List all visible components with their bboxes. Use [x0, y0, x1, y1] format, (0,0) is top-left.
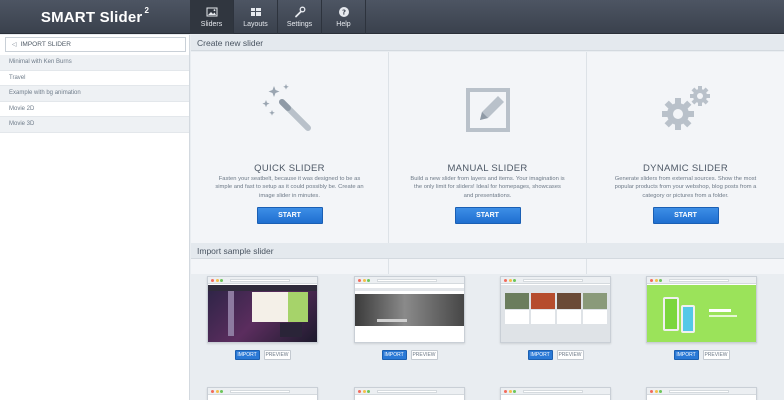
manual-slider-desc: Build a new slider from layers and items… — [410, 176, 565, 199]
import-arrow-icon: ◁ — [12, 42, 17, 48]
slider-list-item[interactable]: Minimal with Ken Burns — [0, 55, 189, 71]
manual-slider-title: MANUAL SLIDER — [447, 163, 528, 174]
sample-thumbnail[interactable] — [354, 387, 465, 400]
sample-slider — [354, 387, 465, 400]
import-sample-button[interactable]: IMPORT — [381, 350, 407, 360]
nav-help[interactable]: ? Help — [322, 0, 366, 34]
sample-actions: IMPORT PREVIEW — [500, 350, 611, 360]
nav-label: Sliders — [200, 21, 223, 28]
sample-slider — [500, 387, 611, 400]
sample-sliders: IMPORT PREVIEW IMPORT PREVIEW IMPORT PRE… — [191, 259, 784, 400]
slider-list-item[interactable]: Travel — [0, 71, 189, 86]
nav-label: Layouts — [243, 21, 268, 28]
top-bar: SMART Slider 2 Sliders Layouts Settings ?… — [0, 0, 784, 34]
nav-layouts[interactable]: Layouts — [234, 0, 278, 34]
sample-slider: IMPORT PREVIEW — [500, 276, 611, 360]
preview-sample-button[interactable]: PREVIEW — [263, 350, 291, 360]
slider-list: Minimal with Ken Burns Travel Example wi… — [0, 55, 189, 133]
manual-slider-card: MANUAL SLIDER Build a new slider from la… — [389, 52, 587, 274]
sample-thumbnail[interactable] — [207, 387, 318, 400]
nav-label: Settings — [286, 21, 313, 28]
sample-actions: IMPORT PREVIEW — [207, 350, 318, 360]
sample-actions: IMPORT PREVIEW — [354, 350, 465, 360]
import-sample-button[interactable]: IMPORT — [527, 350, 553, 360]
sample-slider: IMPORT PREVIEW — [646, 276, 757, 360]
import-sample-button[interactable]: IMPORT — [673, 350, 699, 360]
magic-wand-icon — [261, 84, 311, 131]
slider-item-label: Minimal with Ken Burns — [9, 59, 72, 66]
brand-name: SMART Slider 2 — [40, 5, 150, 26]
dynamic-slider-start-button[interactable]: START — [652, 207, 719, 224]
gears-icon — [661, 86, 710, 130]
slider-item-label: Movie 2D — [9, 105, 35, 112]
slider-item-label: Travel — [9, 74, 26, 81]
sample-thumbnail[interactable] — [354, 276, 465, 343]
slider-list-item[interactable]: Movie 2D — [0, 102, 189, 117]
sample-thumbnail[interactable] — [207, 276, 318, 343]
main-content: Create new slider QUICK SLIDER Fasten yo… — [191, 35, 784, 400]
manual-slider-start-button[interactable]: START — [454, 207, 521, 224]
sample-actions: IMPORT PREVIEW — [646, 350, 757, 360]
quick-slider-desc: Fasten your seatbelt, because it was des… — [215, 176, 364, 199]
quick-slider-title: QUICK SLIDER — [254, 163, 325, 174]
nav-sliders[interactable]: Sliders — [190, 0, 234, 34]
slider-item-label: Movie 3D — [9, 121, 35, 128]
dynamic-slider-card: DYNAMIC SLIDER Generate sliders from ext… — [587, 52, 784, 274]
nav-settings[interactable]: Settings — [278, 0, 322, 34]
sample-thumbnail[interactable] — [500, 276, 611, 343]
image-icon — [206, 7, 217, 17]
sample-thumbnail[interactable] — [646, 276, 757, 343]
sample-slider — [646, 387, 757, 400]
create-heading: Create new slider — [191, 35, 784, 51]
sidebar: ◁ IMPORT SLIDER Minimal with Ken Burns T… — [0, 35, 190, 400]
create-cards: QUICK SLIDER Fasten your seatbelt, becau… — [191, 52, 784, 274]
preview-sample-button[interactable]: PREVIEW — [702, 350, 730, 360]
slider-item-label: Example with bg animation — [9, 90, 81, 97]
grid-icon — [250, 8, 261, 16]
import-sample-heading: Import sample slider — [191, 243, 784, 259]
sample-slider — [207, 387, 318, 400]
wrench-icon — [294, 6, 305, 18]
import-slider-button[interactable]: ◁ IMPORT SLIDER — [5, 37, 186, 52]
preview-sample-button[interactable]: PREVIEW — [410, 350, 438, 360]
quick-slider-start-button[interactable]: START — [256, 207, 323, 224]
dynamic-slider-desc: Generate sliders from external sources. … — [614, 176, 757, 199]
sample-slider: IMPORT PREVIEW — [207, 276, 318, 360]
slider-list-item[interactable]: Example with bg animation — [0, 86, 189, 102]
import-sample-button[interactable]: IMPORT — [234, 350, 260, 360]
main-nav: Sliders Layouts Settings ? Help — [190, 0, 366, 34]
import-slider-label: IMPORT SLIDER — [20, 41, 71, 48]
nav-label: Help — [336, 21, 351, 28]
sample-thumbnail[interactable] — [500, 387, 611, 400]
quick-slider-card: QUICK SLIDER Fasten your seatbelt, becau… — [191, 52, 389, 274]
slider-list-item[interactable]: Movie 3D — [0, 117, 189, 133]
pencil-icon — [465, 88, 510, 132]
help-icon: ? — [338, 7, 349, 17]
preview-sample-button[interactable]: PREVIEW — [556, 350, 584, 360]
sample-thumbnail[interactable] — [646, 387, 757, 400]
svg-text:?: ? — [341, 9, 345, 17]
logo[interactable]: SMART Slider 2 — [0, 0, 190, 34]
sample-slider: IMPORT PREVIEW — [354, 276, 465, 360]
dynamic-slider-title: DYNAMIC SLIDER — [643, 163, 728, 174]
